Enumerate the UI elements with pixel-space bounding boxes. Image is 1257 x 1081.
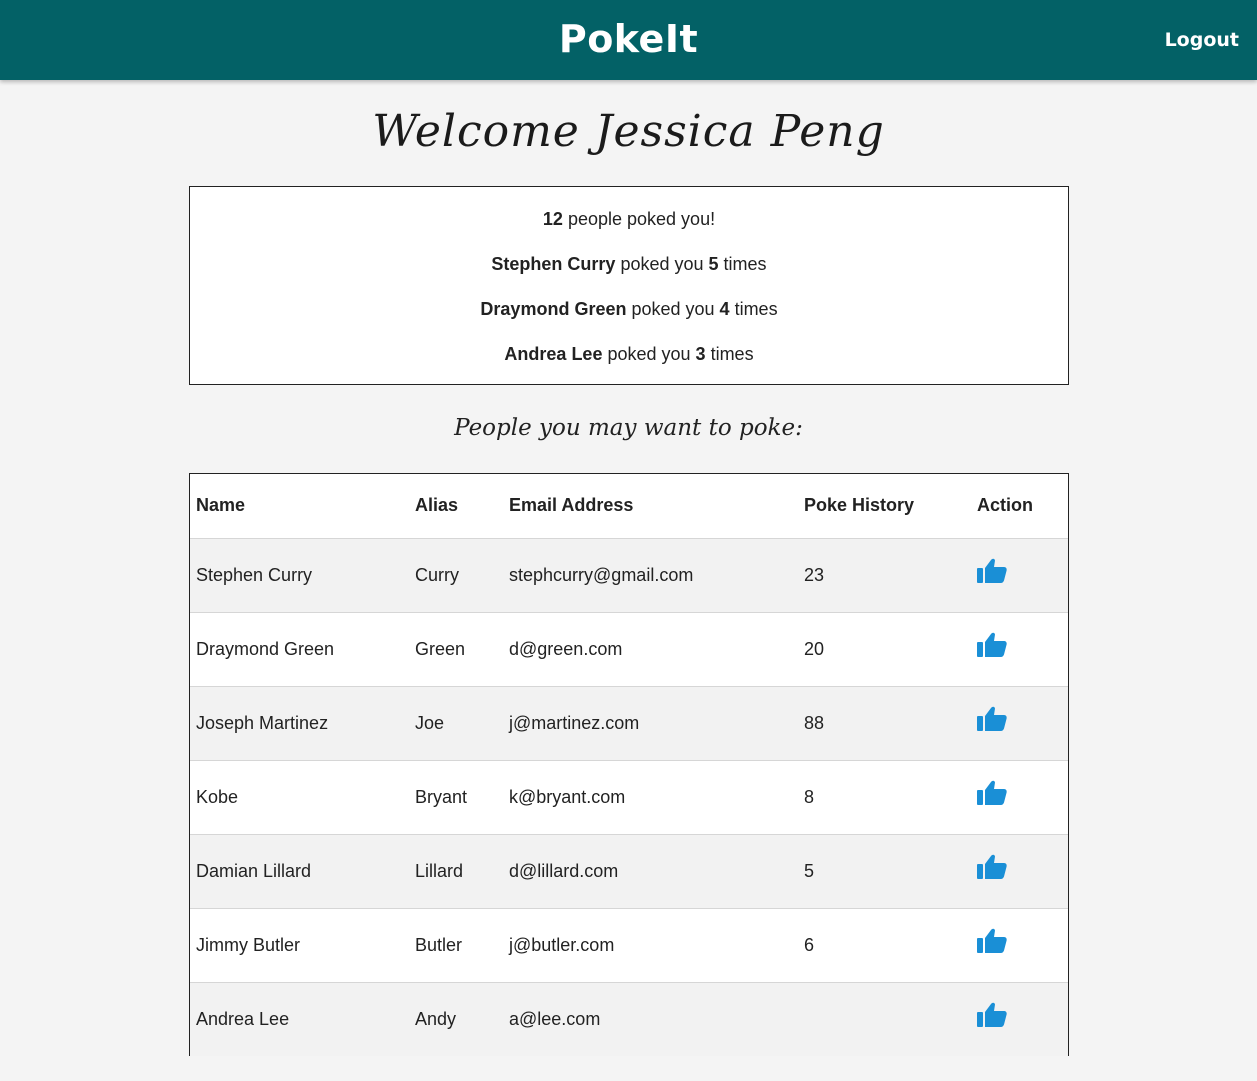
cell-action: [971, 982, 1068, 1056]
poker-suffix-text: times: [705, 344, 754, 364]
table-row: Draymond Green Green d@green.com 20: [190, 612, 1068, 686]
cell-email: j@martinez.com: [509, 712, 640, 733]
poked-summary-box: 12 people poked you! Stephen Curry poked…: [189, 186, 1069, 385]
poker-line: Stephen Curry poked you 5 times: [190, 252, 1068, 276]
welcome-heading: Welcome Jessica Peng: [372, 106, 885, 157]
cell-action: [971, 686, 1068, 760]
cell-email: d@lillard.com: [509, 860, 619, 881]
cell-action: [971, 908, 1068, 982]
cell-alias: Butler: [415, 934, 463, 955]
table-row: Stephen Curry Curry stephcurry@gmail.com…: [190, 538, 1068, 612]
cell-poke-history: 88: [804, 712, 825, 733]
poke-table-container: Name Alias Email Address Poke History Ac…: [189, 473, 1069, 1056]
cell-name: Jimmy Butler: [196, 934, 301, 955]
cell-alias: Green: [415, 638, 466, 659]
poker-suffix-text: times: [729, 299, 778, 319]
poker-mid-text: poked you: [602, 344, 696, 364]
thumbs-up-icon[interactable]: [977, 1001, 1007, 1027]
thumbs-up-icon[interactable]: [977, 779, 1007, 805]
poked-count: 12: [542, 209, 563, 229]
poker-times: 5: [708, 254, 719, 274]
header-action: Action: [977, 495, 1033, 516]
poker-mid-text: poked you: [615, 254, 709, 274]
cell-email: a@lee.com: [509, 1008, 601, 1029]
suggestions-subtitle: People you may want to poke:: [454, 415, 803, 441]
poker-name: Stephen Curry: [491, 254, 616, 274]
cell-email: d@green.com: [509, 638, 623, 659]
table-header-row: Name Alias Email Address Poke History Ac…: [190, 474, 1068, 538]
thumbs-up-icon[interactable]: [977, 557, 1007, 583]
poked-count-text: people poked you!: [562, 209, 716, 229]
table-row: Andrea Lee Andy a@lee.com: [190, 982, 1068, 1056]
table-row: Joseph Martinez Joe j@martinez.com 88: [190, 686, 1068, 760]
poker-mid-text: poked you: [626, 299, 720, 319]
cell-alias: Lillard: [415, 860, 464, 881]
poker-line: Andrea Lee poked you 3 times: [190, 342, 1068, 366]
thumbs-up-icon[interactable]: [977, 631, 1007, 657]
cell-email: stephcurry@gmail.com: [509, 564, 694, 585]
header-alias: Alias: [415, 495, 459, 516]
cell-action: [971, 760, 1068, 834]
cell-name: Damian Lillard: [196, 860, 312, 881]
cell-alias: Curry: [415, 564, 459, 585]
poker-line: Draymond Green poked you 4 times: [190, 297, 1068, 321]
logout-link[interactable]: Logout: [1165, 27, 1239, 53]
cell-poke-history: 5: [804, 860, 815, 881]
cell-poke-history: [798, 982, 971, 1056]
poker-suffix-text: times: [718, 254, 767, 274]
header-email: Email Address: [509, 495, 634, 516]
table-row: Kobe Bryant k@bryant.com 8: [190, 760, 1068, 834]
brand-logo: PokeIt: [558, 17, 699, 61]
table-row: Damian Lillard Lillard d@lillard.com 5: [190, 834, 1068, 908]
table-row: Jimmy Butler Butler j@butler.com 6: [190, 908, 1068, 982]
top-navbar: PokeIt Logout: [0, 0, 1257, 80]
cell-name: Stephen Curry: [196, 564, 313, 585]
cell-action: [971, 834, 1068, 908]
cell-action: [971, 612, 1068, 686]
header-name: Name: [196, 495, 246, 516]
cell-alias: Andy: [415, 1008, 457, 1029]
cell-email: j@butler.com: [509, 934, 615, 955]
poke-table: Name Alias Email Address Poke History Ac…: [190, 474, 1068, 1056]
cell-alias: Joe: [415, 712, 445, 733]
cell-poke-history: 20: [804, 638, 825, 659]
cell-name: Andrea Lee: [196, 1008, 290, 1029]
thumbs-up-icon[interactable]: [977, 927, 1007, 953]
poker-name: Draymond Green: [480, 299, 627, 319]
cell-name: Draymond Green: [196, 638, 335, 659]
thumbs-up-icon[interactable]: [977, 853, 1007, 879]
poker-times: 3: [695, 344, 706, 364]
cell-name: Joseph Martinez: [196, 712, 329, 733]
poker-times: 4: [719, 299, 730, 319]
poker-name: Andrea Lee: [504, 344, 603, 364]
cell-email: k@bryant.com: [509, 786, 626, 807]
cell-name: Kobe: [196, 786, 239, 807]
cell-alias: Bryant: [415, 786, 468, 807]
cell-action: [971, 538, 1068, 612]
cell-poke-history: 23: [804, 564, 825, 585]
poked-count-line: 12 people poked you!: [190, 207, 1068, 231]
cell-poke-history: 6: [804, 934, 815, 955]
header-poke-history: Poke History: [804, 495, 915, 516]
thumbs-up-icon[interactable]: [977, 705, 1007, 731]
cell-poke-history: 8: [804, 786, 815, 807]
